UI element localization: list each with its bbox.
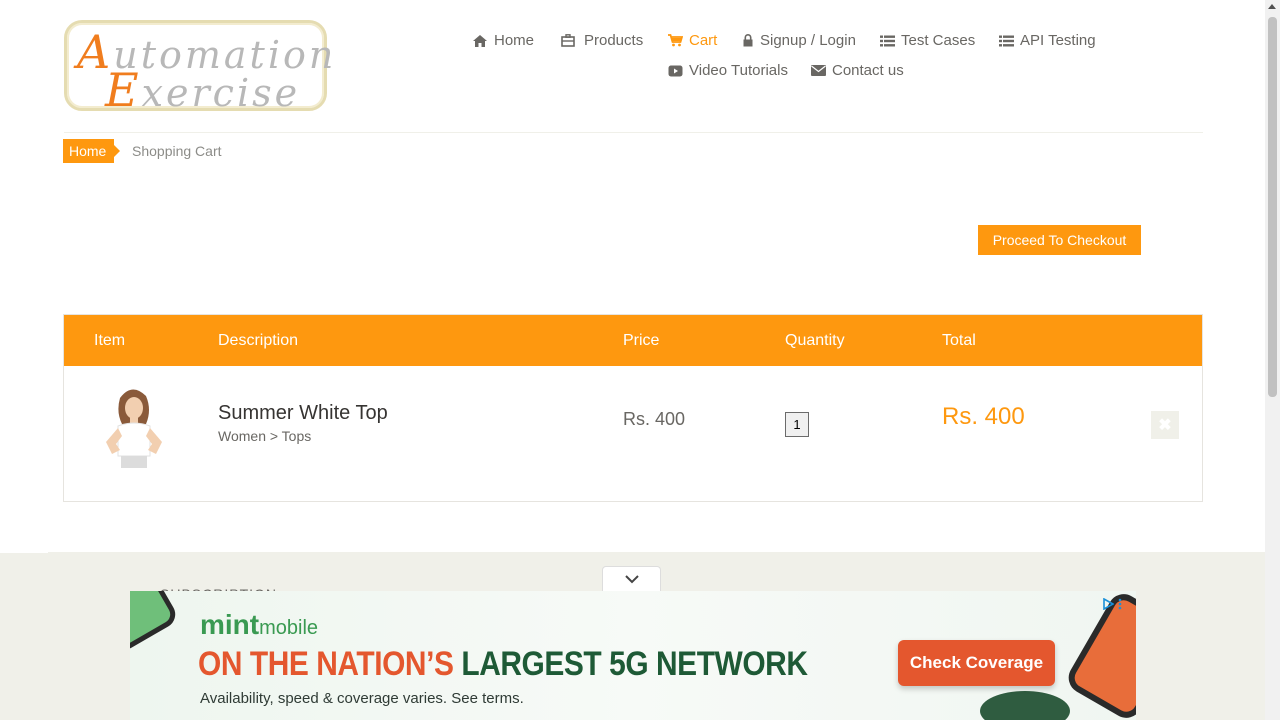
nav-signup-login[interactable]: Signup / Login <box>743 32 856 49</box>
page-scrollbar[interactable] <box>1265 0 1280 720</box>
ad-collapse-button[interactable] <box>602 566 661 592</box>
check-coverage-button[interactable]: Check Coverage <box>898 640 1055 686</box>
ad-headline-green: LARGEST 5G NETWORK <box>461 645 808 683</box>
ad-subtext: Availability, speed & coverage varies. S… <box>200 690 524 707</box>
list-icon <box>879 34 895 48</box>
nav-contact-us-label: Contact us <box>832 62 904 79</box>
phone-illustration-right <box>1062 591 1136 720</box>
ad-headline-red: ON THE NATION’S <box>198 645 454 683</box>
nav-contact-us[interactable]: Contact us <box>810 62 904 79</box>
site-logo[interactable]: Automation Exercise <box>64 20 333 117</box>
more-options-icon[interactable] <box>1118 597 1122 615</box>
header-divider <box>64 132 1203 133</box>
adchoices-icon[interactable] <box>1102 597 1115 615</box>
lock-icon <box>743 34 753 48</box>
nav-products[interactable]: Products <box>560 32 643 49</box>
logo-line-2: Exercise <box>105 63 300 117</box>
chevron-down-icon <box>624 571 639 589</box>
youtube-icon <box>667 64 683 78</box>
header-description: Description <box>218 332 299 349</box>
scroll-thumb[interactable] <box>1268 17 1277 397</box>
close-icon: ✖ <box>1158 417 1172 434</box>
header-quantity: Quantity <box>785 332 845 349</box>
nav-api-testing[interactable]: API Testing <box>998 32 1096 49</box>
header-price: Price <box>623 332 660 349</box>
cart-table-header: Item Description Price Quantity Total <box>64 315 1202 366</box>
ad-brand-logo: mintmobile <box>200 609 318 641</box>
nav-test-cases[interactable]: Test Cases <box>879 32 975 49</box>
nav-api-testing-label: API Testing <box>1020 32 1096 49</box>
ad-headline: ON THE NATION’S LARGEST 5G NETWORK <box>198 645 808 684</box>
scroll-up-arrow-icon[interactable] <box>1268 4 1276 9</box>
product-image[interactable] <box>94 384 174 468</box>
ad-info[interactable] <box>1102 597 1122 615</box>
nav-home[interactable]: Home <box>472 32 534 49</box>
ad-decoration <box>980 691 1070 720</box>
list-icon <box>998 34 1014 48</box>
product-price: Rs. 400 <box>623 409 686 429</box>
quantity-display: 1 <box>785 412 809 437</box>
product-category: Women > Tops <box>218 428 312 444</box>
footer-edge <box>0 552 48 553</box>
breadcrumb-home[interactable]: Home <box>63 139 121 163</box>
nav-test-cases-label: Test Cases <box>901 32 976 49</box>
envelope-icon <box>810 64 826 78</box>
logo-text-2: xercise <box>141 71 301 115</box>
nav-signup-login-label: Signup / Login <box>760 32 856 49</box>
cart-icon <box>667 34 683 48</box>
header-item: Item <box>94 332 126 349</box>
breadcrumb-current: Shopping Cart <box>132 143 222 159</box>
cart-table: Item Description Price Quantity Total Su… <box>63 314 1203 502</box>
logo-cap-e: E <box>105 63 142 117</box>
nav-products-label: Products <box>584 32 644 49</box>
nav-video-tutorials[interactable]: Video Tutorials <box>667 62 788 79</box>
nav-cart[interactable]: Cart <box>667 32 717 49</box>
proceed-to-checkout-button[interactable]: Proceed To Checkout <box>978 225 1141 255</box>
ad-brand-mobile: mobile <box>259 617 319 639</box>
nav-cart-label: Cart <box>689 32 718 49</box>
ad-brand-mint: mint <box>200 609 260 640</box>
product-total: Rs. 400 <box>942 403 1025 430</box>
home-icon <box>472 34 488 48</box>
remove-item-button[interactable]: ✖ <box>1151 411 1179 439</box>
header-total: Total <box>942 332 976 349</box>
product-name-link[interactable]: Summer White Top <box>218 402 388 425</box>
products-icon <box>560 34 576 48</box>
phone-illustration-left <box>130 591 181 655</box>
nav-video-tutorials-label: Video Tutorials <box>689 62 788 79</box>
nav-home-label: Home <box>494 32 535 49</box>
advertisement-banner[interactable]: mintmobile ON THE NATION’S LARGEST 5G NE… <box>130 591 1136 720</box>
